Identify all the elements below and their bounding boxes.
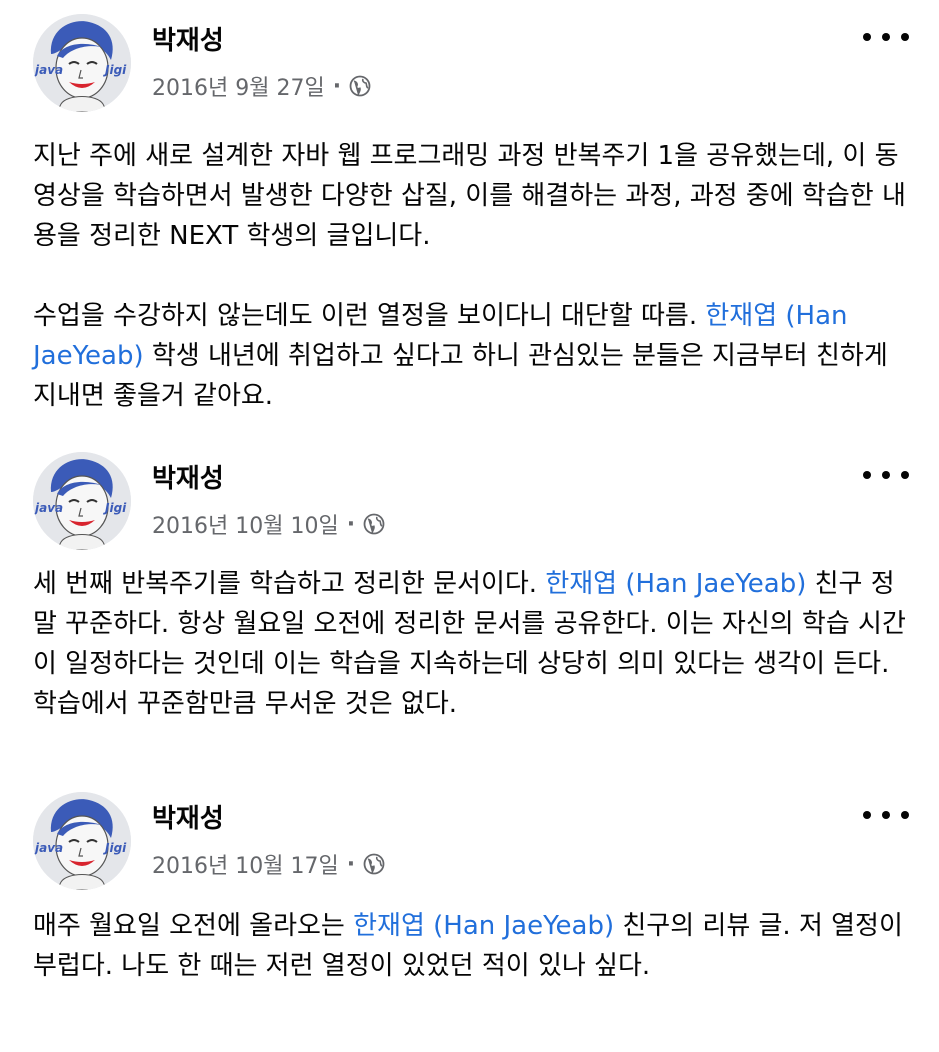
svg-text:Jigi: Jigi — [103, 501, 127, 515]
post-text-segment: 수업을 수강하지 않는데도 이런 열정을 보이다니 대단할 따름. — [33, 301, 706, 331]
post-text-segment: 세 번째 반복주기를 학습하고 정리한 문서이다. — [33, 569, 546, 599]
post-text-segment: 학생 내년에 취업하고 싶다고 하니 관심있는 분들은 지금부터 친하게 지내면… — [33, 341, 888, 411]
post-paragraph: 세 번째 반복주기를 학습하고 정리한 문서이다. 한재엽 (Han JaeYe… — [33, 564, 913, 724]
post-date[interactable]: 2016년 10월 10일 — [152, 508, 339, 540]
globe-icon — [363, 513, 385, 535]
more-options-button[interactable] — [863, 22, 909, 52]
globe-icon — [363, 853, 385, 875]
avatar[interactable]: java Jigi — [33, 452, 131, 550]
author-name[interactable]: 박재성 — [152, 458, 224, 495]
meta-separator: · — [332, 73, 342, 99]
more-options-button[interactable] — [863, 460, 909, 490]
post-text: 세 번째 반복주기를 학습하고 정리한 문서이다. 한재엽 (Han JaeYe… — [33, 564, 913, 724]
svg-text:java: java — [33, 841, 63, 855]
svg-text:Jigi: Jigi — [103, 63, 127, 77]
meta-separator: · — [346, 511, 356, 537]
post-meta: 2016년 9월 27일 · — [152, 70, 371, 102]
svg-text:java: java — [33, 501, 63, 515]
post-paragraph: 지난 주에 새로 설계한 자바 웹 프로그래밍 과정 반복주기 1을 공유했는데… — [33, 136, 913, 256]
meta-separator: · — [346, 851, 356, 877]
svg-text:Jigi: Jigi — [103, 841, 127, 855]
author-name[interactable]: 박재성 — [152, 20, 224, 57]
post-text: 매주 월요일 오전에 올라오는 한재엽 (Han JaeYeab) 친구의 리뷰… — [33, 906, 913, 986]
more-options-button[interactable] — [863, 800, 909, 830]
post-paragraph: 수업을 수강하지 않는데도 이런 열정을 보이다니 대단할 따름. 한재엽 (H… — [33, 296, 913, 416]
avatar[interactable]: java Jigi — [33, 14, 131, 112]
globe-icon — [349, 75, 371, 97]
avatar[interactable]: java Jigi — [33, 792, 131, 890]
post-date[interactable]: 2016년 9월 27일 — [152, 70, 325, 102]
post-text-segment: 지난 주에 새로 설계한 자바 웹 프로그래밍 과정 반복주기 1을 공유했는데… — [33, 141, 906, 251]
mention-link[interactable]: 한재엽 (Han JaeYeab) — [353, 911, 614, 941]
author-name[interactable]: 박재성 — [152, 798, 224, 835]
mention-link[interactable]: 한재엽 (Han JaeYeab) — [545, 569, 806, 599]
post-paragraph: 매주 월요일 오전에 올라오는 한재엽 (Han JaeYeab) 친구의 리뷰… — [33, 906, 913, 986]
post-meta: 2016년 10월 17일 · — [152, 848, 385, 880]
post-text: 지난 주에 새로 설계한 자바 웹 프로그래밍 과정 반복주기 1을 공유했는데… — [33, 136, 913, 416]
post-text-segment: 매주 월요일 오전에 올라오는 — [33, 911, 354, 941]
post-date[interactable]: 2016년 10월 17일 — [152, 848, 339, 880]
post-meta: 2016년 10월 10일 · — [152, 508, 385, 540]
svg-text:java: java — [33, 63, 63, 77]
